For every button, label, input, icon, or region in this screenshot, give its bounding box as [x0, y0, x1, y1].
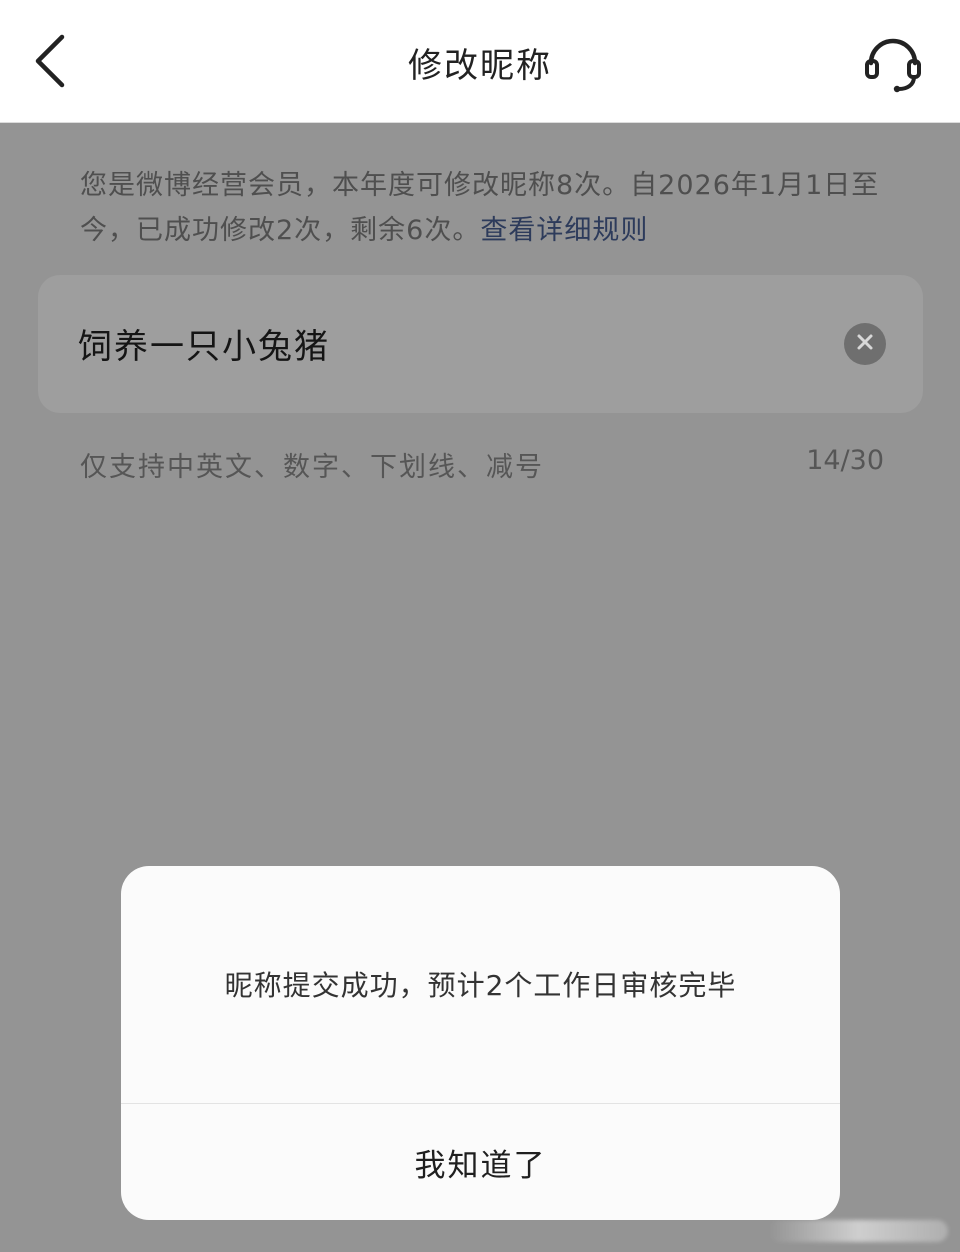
headset-icon	[861, 29, 925, 97]
membership-info: 您是微博经营会员，本年度可修改昵称8次。自2026年1月1日至今，已成功修改2次…	[80, 163, 890, 253]
nickname-input-container	[38, 275, 923, 413]
watermark	[768, 1220, 948, 1242]
success-dialog: 昵称提交成功，预计2个工作日审核完毕 我知道了	[121, 866, 840, 1220]
clear-icon	[854, 331, 876, 357]
dialog-message: 昵称提交成功，预计2个工作日审核完毕	[224, 969, 737, 1002]
page-title: 修改昵称	[408, 46, 552, 86]
character-count: 14/30	[806, 445, 884, 476]
view-rules-link[interactable]: 查看详细规则	[480, 215, 648, 246]
nickname-input[interactable]	[78, 315, 798, 371]
top-app-bar: 修改昵称	[0, 0, 960, 123]
nickname-rule-hint: 仅支持中英文、数字、下划线、减号	[80, 452, 544, 483]
clear-button[interactable]	[844, 323, 886, 365]
customer-service-button[interactable]	[856, 26, 930, 100]
confirm-button[interactable]: 我知道了	[121, 1104, 840, 1220]
